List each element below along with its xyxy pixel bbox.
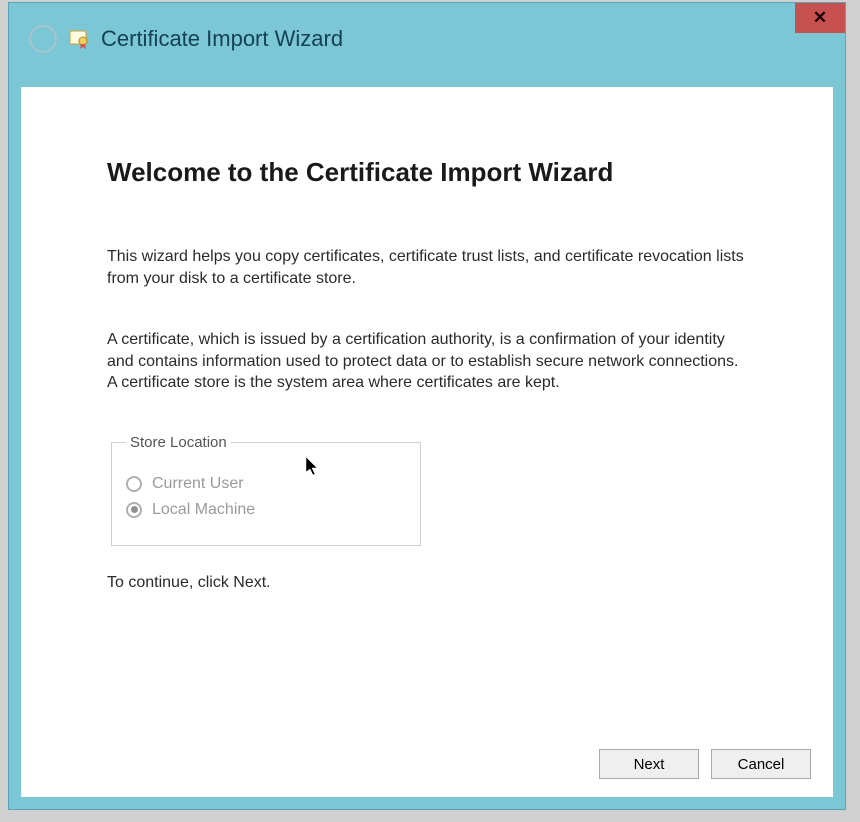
- nav-back-circle: [29, 25, 57, 53]
- close-icon: ✕: [813, 8, 827, 28]
- intro-paragraph-2: A certificate, which is issued by a cert…: [107, 329, 747, 394]
- wizard-heading: Welcome to the Certificate Import Wizard: [107, 157, 747, 188]
- wizard-window: ✕ Certificate Import Wizard Welcome to t…: [8, 2, 846, 810]
- title-bar: Certificate Import Wizard: [9, 3, 845, 71]
- store-location-legend: Store Location: [126, 434, 231, 451]
- content-pane: Welcome to the Certificate Import Wizard…: [21, 87, 833, 797]
- continue-instruction: To continue, click Next.: [107, 574, 747, 592]
- certificate-icon: [67, 27, 91, 51]
- radio-local-machine: Local Machine: [126, 501, 406, 519]
- close-button[interactable]: ✕: [795, 3, 845, 33]
- radio-label-current-user: Current User: [152, 475, 244, 493]
- window-title: Certificate Import Wizard: [101, 26, 343, 52]
- intro-paragraph-1: This wizard helps you copy certificates,…: [107, 246, 747, 289]
- button-row: Next Cancel: [599, 749, 811, 779]
- radio-label-local-machine: Local Machine: [152, 501, 255, 519]
- cancel-button[interactable]: Cancel: [711, 749, 811, 779]
- store-location-fieldset: Store Location Current User Local Machin…: [111, 434, 421, 546]
- radio-icon-selected: [126, 502, 142, 518]
- radio-icon: [126, 476, 142, 492]
- radio-current-user: Current User: [126, 475, 406, 493]
- next-button[interactable]: Next: [599, 749, 699, 779]
